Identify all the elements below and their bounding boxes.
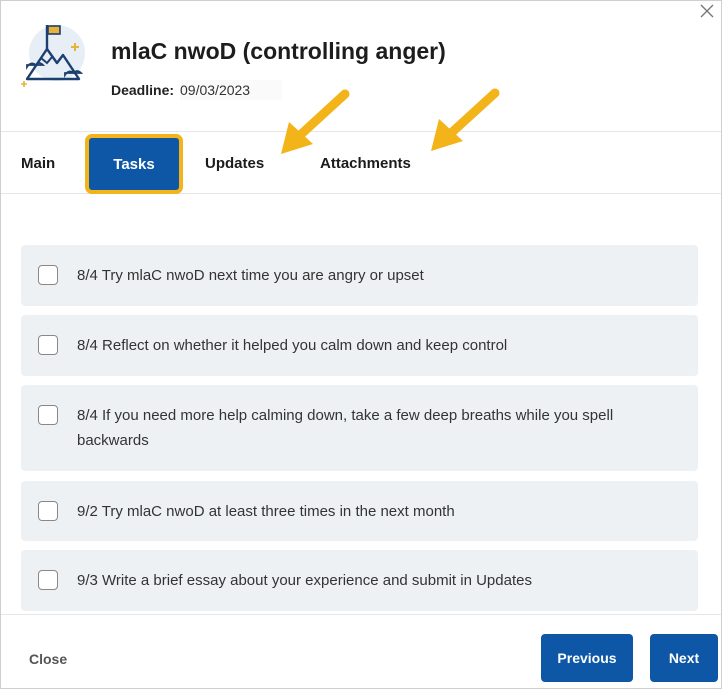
task-text: 8/4 Try mlaC nwoD next time you are angr… <box>77 267 424 284</box>
task-item[interactable]: 9/3 Write a brief essay about your exper… <box>21 550 698 611</box>
task-checkbox[interactable] <box>38 265 58 285</box>
task-text: 8/4 Reflect on whether it helped you cal… <box>77 337 508 354</box>
deadline-label: Deadline: <box>111 82 175 98</box>
task-text: 8/4 If you need more help calming down, … <box>77 407 614 449</box>
next-button[interactable]: Next <box>650 634 718 682</box>
page-title: mlaC nwoD (controlling anger) <box>111 38 446 64</box>
task-checkbox[interactable] <box>38 501 58 521</box>
task-item[interactable]: 9/2 Try mlaC nwoD at least three times i… <box>21 481 698 541</box>
task-item[interactable]: 8/4 If you need more help calming down, … <box>21 385 698 471</box>
task-checkbox[interactable] <box>38 405 58 425</box>
tab-tasks[interactable]: Tasks <box>85 134 183 194</box>
tab-updates[interactable]: Updates <box>205 132 264 194</box>
task-checkbox[interactable] <box>38 335 58 355</box>
deadline-value: 09/03/2023 <box>180 80 283 100</box>
task-item[interactable]: 8/4 Try mlaC nwoD next time you are angr… <box>21 245 698 306</box>
close-button[interactable]: Close <box>29 651 67 667</box>
deadline: Deadline: 09/03/2023 <box>111 80 283 100</box>
task-checkbox[interactable] <box>38 570 58 590</box>
annotation-arrow-attachments <box>431 88 500 151</box>
task-text: 9/2 Try mlaC nwoD at least three times i… <box>77 503 455 520</box>
task-text: 9/3 Write a brief essay about your exper… <box>77 572 532 589</box>
goal-dialog: mlaC nwoD (controlling anger) Deadline: … <box>0 0 722 689</box>
annotation-arrow-updates <box>281 89 350 154</box>
tab-main[interactable]: Main <box>21 132 55 194</box>
dialog-footer: Close Previous Next <box>1 614 721 689</box>
mountain-flag-icon <box>21 25 85 87</box>
previous-button[interactable]: Previous <box>541 634 633 682</box>
task-item[interactable]: 8/4 Reflect on whether it helped you cal… <box>21 315 698 376</box>
